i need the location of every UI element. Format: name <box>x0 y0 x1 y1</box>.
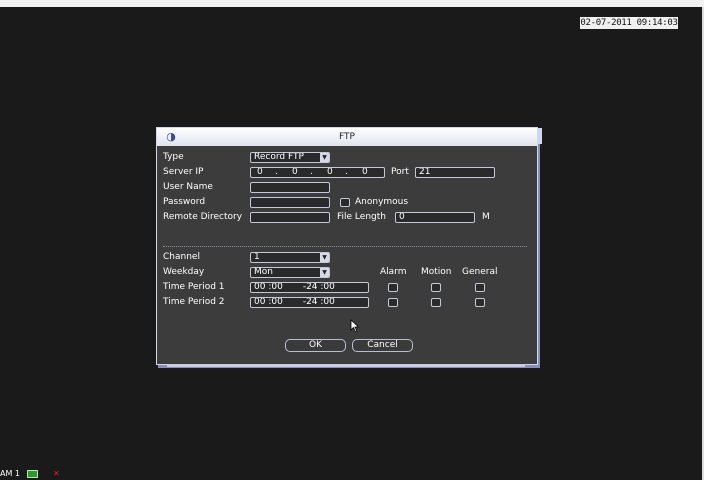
ip-dot: . <box>275 167 278 177</box>
mouse-pointer-icon <box>350 319 360 333</box>
file-length-input[interactable]: 0 <box>395 212 475 223</box>
time-period-2-alarm-checkbox[interactable] <box>388 298 398 307</box>
ip-octet-2: 0 <box>292 167 298 177</box>
server-ip-label: Server IP <box>163 167 204 177</box>
ip-dot: . <box>345 167 348 177</box>
ip-octet-4: 0 <box>362 167 368 177</box>
user-name-input[interactable] <box>250 182 330 193</box>
channel-select[interactable]: 1 ▼ <box>250 252 330 263</box>
alarm-column-header: Alarm <box>380 267 407 277</box>
password-label: Password <box>163 197 206 207</box>
status-channel-label: AM 1 <box>0 469 21 478</box>
weekday-select[interactable]: Mon ▼ <box>250 267 330 278</box>
ok-button[interactable]: OK <box>285 339 346 352</box>
type-select[interactable]: Record FTP ▼ <box>250 152 330 163</box>
channel-label: Channel <box>163 252 200 262</box>
ip-dot: . <box>310 167 313 177</box>
chevron-down-icon: ▼ <box>320 153 329 162</box>
motion-column-header: Motion <box>421 267 452 277</box>
time-period-2-motion-checkbox[interactable] <box>431 298 441 307</box>
time-period-1-motion-checkbox[interactable] <box>431 283 441 292</box>
datetime-display: 02-07-2011 09:14:03 <box>580 17 678 29</box>
top-bar <box>0 0 704 7</box>
alarm-x-icon: ✕ <box>53 469 60 478</box>
ftp-dialog: ◑ FTP Type Record FTP ▼ Server IP 0 . 0 … <box>156 127 542 365</box>
remote-directory-input[interactable] <box>250 212 330 223</box>
server-ip-field[interactable]: 0 . 0 . 0 . 0 <box>250 167 385 178</box>
time-period-1-label: Time Period 1 <box>163 282 225 292</box>
chevron-down-icon: ▼ <box>320 253 329 262</box>
weekday-label: Weekday <box>163 267 205 277</box>
time-period-1-alarm-checkbox[interactable] <box>388 283 398 292</box>
section-divider <box>163 246 527 247</box>
file-length-unit: M <box>482 212 490 222</box>
time-period-2-general-checkbox[interactable] <box>475 298 485 307</box>
ip-octet-1: 0 <box>257 167 263 177</box>
cancel-button[interactable]: Cancel <box>352 339 413 352</box>
time-period-2-label: Time Period 2 <box>163 297 225 307</box>
titlebar-end <box>537 128 542 144</box>
remote-directory-label: Remote Directory <box>163 212 243 222</box>
ip-octet-3: 0 <box>327 167 333 177</box>
type-value: Record FTP <box>254 152 304 162</box>
time-period-1-general-checkbox[interactable] <box>475 283 485 292</box>
anonymous-label: Anonymous <box>355 197 409 207</box>
record-indicator-icon <box>27 470 38 478</box>
weekday-value: Mon <box>254 267 273 277</box>
type-label: Type <box>163 152 184 162</box>
general-column-header: General <box>462 267 498 277</box>
ftp-app-icon: ◑ <box>166 130 176 143</box>
port-label: Port <box>391 167 409 177</box>
dialog-shadow-line <box>167 364 525 367</box>
file-length-label: File Length <box>337 212 386 222</box>
dialog-title: FTP <box>339 132 355 142</box>
time-period-1-input[interactable]: 00 :00 -24 :00 <box>250 282 369 293</box>
channel-value: 1 <box>254 252 260 262</box>
time-period-2-input[interactable]: 00 :00 -24 :00 <box>250 297 369 308</box>
user-name-label: User Name <box>163 182 213 192</box>
dialog-titlebar[interactable]: ◑ FTP <box>157 128 542 146</box>
chevron-down-icon: ▼ <box>320 268 329 277</box>
anonymous-checkbox[interactable] <box>340 198 350 207</box>
port-input[interactable]: 21 <box>415 167 495 178</box>
password-input[interactable] <box>250 197 330 208</box>
